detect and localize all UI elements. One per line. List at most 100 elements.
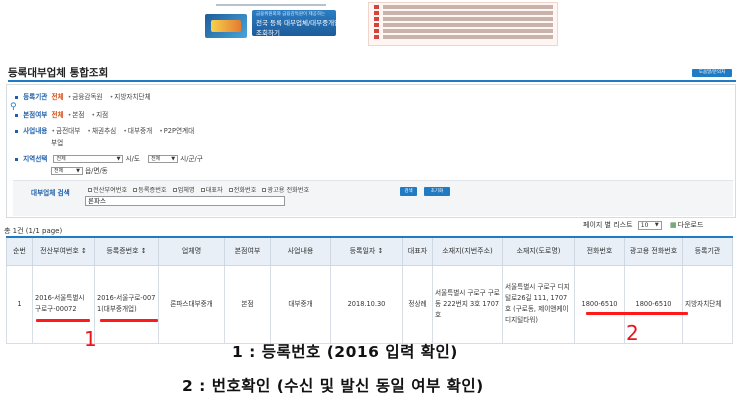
- page-size-label: 페이지 별 리스트: [583, 221, 633, 229]
- notice-box: [368, 2, 558, 46]
- business-option-brokerage[interactable]: 대부중개: [123, 127, 152, 135]
- col-phone: 전화번호: [574, 236, 625, 266]
- help-button[interactable]: 도움말/문의처: [692, 69, 732, 77]
- filter-registrar-label: 등록기관: [23, 93, 48, 101]
- col-address-lot: 소재지(지번주소): [432, 236, 503, 266]
- checkbox[interactable]: [88, 188, 92, 192]
- top-banner: 금융위원회와 금융감독원이 제공하는 전국 등록 대부업체/대부중개업체 조회하…: [0, 0, 740, 48]
- cell-business: 대부중개: [270, 264, 331, 344]
- col-rep: 대표자: [402, 236, 433, 266]
- highlight-underline-system-no: [36, 319, 90, 322]
- banner-title-line1: 전국 등록 대부업체/대부중개업체: [256, 19, 347, 27]
- bullet-icon: [15, 113, 18, 117]
- district-unit: 시/군/구: [180, 155, 203, 163]
- search-option-company[interactable]: 업체명: [178, 187, 195, 194]
- table-header-row: 순번 전산부여번호 ↕ 등록증번호 ↕ 업체명 본점여부 사업내용 등록일자 ↕…: [6, 236, 733, 266]
- chevron-down-icon: ▼: [654, 221, 659, 228]
- col-system-no[interactable]: 전산부여번호 ↕: [32, 236, 95, 266]
- filter-registrar-value[interactable]: 전체: [51, 93, 63, 101]
- registrar-option-local[interactable]: 지방자치단체: [110, 93, 151, 101]
- annotation-caption-2: 2 : 번호확인 (수신 및 발신 동일 여부 확인): [182, 377, 484, 395]
- search-option-rep[interactable]: 대표자: [206, 187, 223, 194]
- col-registrar: 등록기관: [682, 236, 733, 266]
- checkbox[interactable]: [172, 188, 177, 192]
- chevron-down-icon: ▼: [76, 168, 80, 174]
- registrar-option-fss[interactable]: 금융감독원: [68, 93, 103, 101]
- highlight-underline-phones: [586, 312, 688, 315]
- cell-address-lot: 서울특별시 구로구 구로동 222번지 3호 1707호: [432, 264, 503, 344]
- col-company: 업체명: [158, 236, 225, 266]
- chevron-down-icon: ▼: [171, 156, 176, 162]
- checkbox[interactable]: [200, 188, 205, 192]
- town-unit: 읍/면/동: [85, 167, 108, 175]
- banner-link[interactable]: 금융위원회와 금융감독원이 제공하는 전국 등록 대부업체/대부중개업체 조회하…: [252, 10, 347, 37]
- search-option-cert-no[interactable]: 등록증번호: [138, 187, 166, 194]
- district-select-value: 전체: [151, 156, 161, 162]
- result-count: 총 1건 (1/1 page): [4, 227, 63, 235]
- checkbox[interactable]: [133, 188, 138, 192]
- filter-business-label: 사업내용: [23, 127, 48, 135]
- col-address-road: 소재지(도로명): [502, 236, 575, 266]
- annotation-mark-1: 1: [84, 327, 97, 351]
- city-select[interactable]: 전체 ▼: [53, 155, 124, 163]
- chevron-down-icon: ▼: [116, 156, 121, 162]
- cell-company[interactable]: 론파스대부중개: [158, 264, 225, 344]
- cell-no: 1: [6, 264, 33, 344]
- search-option-phone[interactable]: 전화번호: [234, 187, 257, 194]
- filter-branch-value[interactable]: 전체: [51, 111, 63, 119]
- search-option-ad-phone[interactable]: 광고용 전화번호: [267, 187, 309, 194]
- banner-title-line2: 조회하기: [256, 29, 280, 37]
- cell-address-road: 서울특별시 구로구 디지털로26길 111, 1707호 (구로동, 제이앤케이…: [502, 264, 575, 344]
- table-row[interactable]: 1 2016-서울특별시 구로구-00072 2016-서울구로-0071(대부…: [6, 264, 733, 344]
- city-unit: 시/도: [125, 155, 140, 163]
- bullet-icon: [15, 95, 18, 99]
- town-select[interactable]: 전체 ▼: [51, 167, 83, 175]
- checkbox[interactable]: [228, 188, 233, 192]
- bullet-icon: [15, 157, 18, 161]
- bullet-icon: [15, 129, 18, 133]
- business-option-p2p-cont: 부업: [51, 139, 64, 147]
- download-icon: ▦: [670, 221, 677, 229]
- col-reg-date[interactable]: 등록일자 ↕: [330, 236, 403, 266]
- search-options: 전산부여번호 등록증번호 업체명 대표자 전화번호 광고용 전화번호: [84, 185, 309, 194]
- cell-cert-no: 2016-서울구로-0071(대부중개업): [94, 264, 159, 344]
- branch-option-main[interactable]: 본점: [68, 111, 85, 119]
- filter-branch-label: 본점여부: [23, 111, 48, 119]
- cell-reg-date: 2018.10.30: [330, 264, 403, 344]
- filter-region-town: 전체 ▼ 읍/면/동: [51, 165, 108, 175]
- search-input[interactable]: 론파스: [85, 196, 285, 206]
- col-business: 사업내용: [270, 236, 331, 266]
- annotation-caption-1: 1 : 등록번호 (2016 입력 확인): [232, 343, 458, 361]
- page-size-control: 페이지 별 리스트 10 ▼ ▦다운로드: [583, 220, 703, 230]
- col-ad-phone: 광고용 전화번호: [624, 236, 683, 266]
- title-divider: [8, 80, 736, 82]
- branch-option-sub[interactable]: 지점: [92, 111, 109, 119]
- search-option-system-no[interactable]: 전산부여번호: [93, 187, 127, 194]
- reset-button[interactable]: 초기화: [424, 187, 450, 196]
- download-button[interactable]: ▦다운로드: [670, 221, 703, 229]
- search-icon: ⚲: [10, 102, 17, 112]
- checkbox[interactable]: [262, 188, 267, 192]
- filter-business: 사업내용 금전대부 채권추심 대부중개 P2P연계대: [15, 125, 194, 135]
- filter-region-label: 지역선택: [23, 155, 48, 163]
- banner-illustration: [205, 14, 247, 38]
- cell-phone: 1800-6510: [574, 264, 625, 344]
- district-select[interactable]: 전체 ▼: [148, 155, 179, 163]
- business-option-p2p[interactable]: P2P연계대: [159, 127, 194, 135]
- filter-branch: 본점여부 전체 본점 지점: [15, 109, 108, 119]
- page-size-select[interactable]: 10 ▼: [637, 220, 662, 230]
- filter-region: 지역선택 전체 ▼ 시/도 전체 ▼ 시/군/구: [15, 153, 203, 163]
- filter-registrar: 등록기관 전체 금융감독원 지방자치단체: [15, 91, 151, 101]
- col-no: 순번: [6, 236, 33, 266]
- banner-fine-print: [216, 0, 326, 6]
- cell-branch: 본점: [224, 264, 271, 344]
- search-button[interactable]: 검색: [400, 187, 417, 196]
- annotation-mark-2: 2: [626, 321, 639, 345]
- col-branch: 본점여부: [224, 236, 271, 266]
- cell-registrar: 지방자치단체: [682, 264, 733, 344]
- business-option-lending[interactable]: 금전대부: [51, 127, 80, 135]
- col-cert-no[interactable]: 등록증번호 ↕: [94, 236, 159, 266]
- cell-rep: 정상례: [402, 264, 433, 344]
- business-option-collection[interactable]: 채권추심: [87, 127, 116, 135]
- city-select-value: 전체: [56, 156, 66, 162]
